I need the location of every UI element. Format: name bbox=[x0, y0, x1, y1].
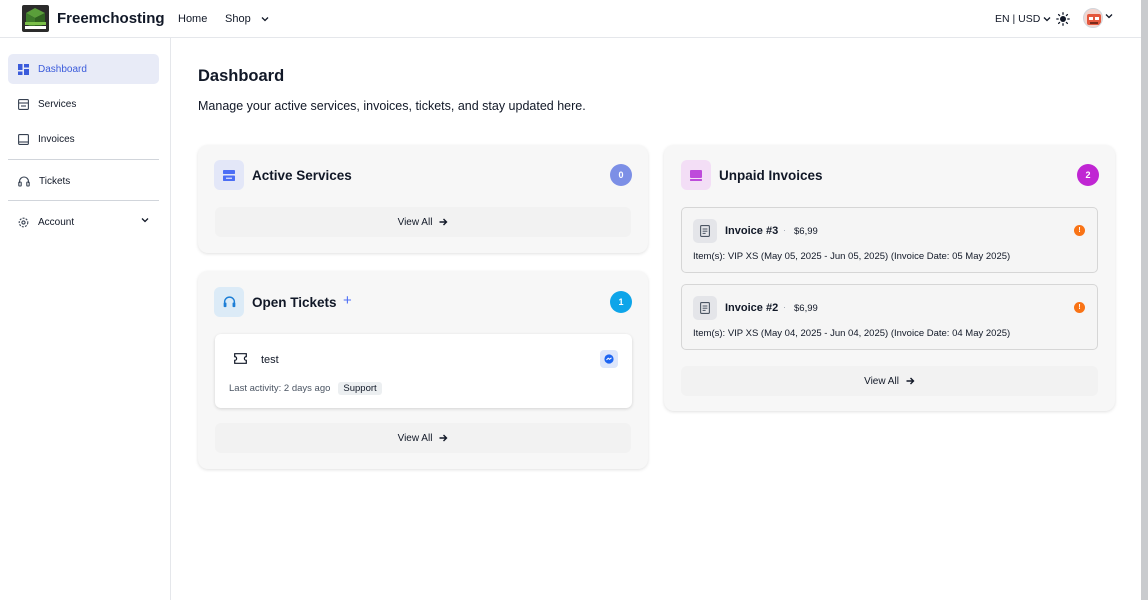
active-services-title: Active Services bbox=[252, 168, 352, 183]
scrollbar[interactable] bbox=[1141, 0, 1148, 600]
sidebar-item-services[interactable]: Services bbox=[8, 89, 159, 119]
ticket-title: test bbox=[261, 354, 279, 366]
headset-icon bbox=[223, 296, 235, 308]
document-icon bbox=[700, 302, 710, 314]
unpaid-warning-icon: ! bbox=[1074, 302, 1085, 313]
arrow-right-icon bbox=[439, 434, 448, 442]
ticket-last-activity: Last activity: 2 days ago bbox=[229, 383, 331, 394]
sidebar-divider bbox=[8, 200, 159, 201]
chevron-down-icon bbox=[141, 218, 149, 223]
ticket-department-tag: Support bbox=[338, 382, 382, 395]
locale-selector[interactable]: EN | USD bbox=[995, 13, 1051, 25]
invoice-price: $6,99 bbox=[794, 226, 818, 237]
invoice-separator: · bbox=[783, 302, 786, 312]
invoices-card-icon bbox=[681, 160, 711, 190]
sidebar-item-label: Services bbox=[38, 98, 77, 110]
page-subtitle: Manage your active services, invoices, t… bbox=[198, 99, 586, 113]
open-tickets-card: Open Tickets + 1 test Last activity: 2 d… bbox=[198, 271, 648, 469]
arrow-right-icon bbox=[906, 377, 915, 385]
ticket-chat-button[interactable] bbox=[600, 350, 618, 368]
top-bar: Freemchosting Home Shop EN | USD bbox=[0, 0, 1141, 38]
invoice-title: Invoice #2 bbox=[725, 302, 779, 314]
nav-home[interactable]: Home bbox=[178, 13, 207, 25]
open-tickets-view-all-button[interactable]: View All bbox=[215, 423, 631, 453]
view-all-label: View All bbox=[397, 432, 433, 444]
unpaid-invoices-title: Unpaid Invoices bbox=[719, 168, 823, 183]
invoice-title: Invoice #3 bbox=[725, 225, 779, 237]
unpaid-invoices-count-badge: 2 bbox=[1077, 164, 1099, 186]
nav-shop-label: Shop bbox=[225, 13, 251, 25]
theme-toggle-sun-icon[interactable] bbox=[1056, 12, 1070, 26]
services-icon bbox=[18, 98, 29, 110]
sidebar-item-label: Account bbox=[38, 216, 75, 228]
page-title: Dashboard bbox=[198, 67, 285, 85]
invoice-icon bbox=[690, 169, 702, 181]
active-services-count-badge: 0 bbox=[610, 164, 632, 186]
active-services-card: Active Services 0 View All bbox=[198, 145, 648, 253]
sidebar-item-tickets[interactable]: Tickets bbox=[8, 166, 159, 196]
chevron-down-icon bbox=[1043, 17, 1051, 22]
dashboard-icon bbox=[18, 63, 29, 75]
nav-shop[interactable]: Shop bbox=[225, 13, 269, 25]
messenger-icon bbox=[604, 354, 614, 364]
invoice-doc-icon bbox=[693, 296, 717, 320]
ticket-item[interactable]: test Last activity: 2 days ago Support bbox=[215, 334, 632, 408]
tickets-card-icon bbox=[214, 287, 244, 317]
brand-name[interactable]: Freemchosting bbox=[57, 10, 165, 27]
sidebar-item-account[interactable]: Account bbox=[8, 207, 159, 237]
document-icon bbox=[700, 225, 710, 237]
arrow-right-icon bbox=[439, 218, 448, 226]
invoice-items: Item(s): VIP XS (May 05, 2025 - Jun 05, … bbox=[693, 251, 1011, 262]
sidebar-divider bbox=[8, 159, 159, 160]
gear-icon bbox=[18, 217, 29, 227]
invoice-price: $6,99 bbox=[794, 303, 818, 314]
avatar-image-icon bbox=[1087, 14, 1101, 25]
open-tickets-count-badge: 1 bbox=[610, 291, 632, 313]
invoice-doc-icon bbox=[693, 219, 717, 243]
unpaid-warning-icon: ! bbox=[1074, 225, 1085, 236]
unpaid-invoices-card: Unpaid Invoices 2 Invoice #3 · $6,99 ! I… bbox=[664, 145, 1115, 411]
sidebar-item-label: Invoices bbox=[38, 133, 75, 145]
ticket-icon bbox=[234, 353, 247, 364]
invoice-separator: · bbox=[783, 225, 786, 235]
sidebar-item-label: Dashboard bbox=[38, 63, 87, 75]
user-avatar[interactable] bbox=[1083, 8, 1103, 28]
invoice-icon bbox=[18, 133, 29, 145]
view-all-label: View All bbox=[397, 216, 433, 228]
server-icon bbox=[223, 169, 235, 181]
chevron-down-icon bbox=[261, 17, 269, 22]
ticket-meta: Last activity: 2 days ago Support bbox=[229, 382, 382, 395]
chevron-down-icon[interactable] bbox=[1105, 13, 1113, 19]
sidebar: Dashboard Services Invoices Tickets Acco… bbox=[0, 38, 171, 600]
view-all-label: View All bbox=[864, 375, 899, 387]
active-services-view-all-button[interactable]: View All bbox=[215, 207, 631, 237]
sidebar-item-label: Tickets bbox=[39, 175, 71, 187]
unpaid-invoices-view-all-button[interactable]: View All bbox=[681, 366, 1098, 396]
brand-logo[interactable] bbox=[22, 5, 49, 32]
services-card-icon bbox=[214, 160, 244, 190]
sidebar-item-dashboard[interactable]: Dashboard bbox=[8, 54, 159, 84]
invoice-items: Item(s): VIP XS (May 04, 2025 - Jun 04, … bbox=[693, 328, 1011, 339]
headset-icon bbox=[18, 175, 30, 187]
add-ticket-button[interactable]: + bbox=[343, 292, 352, 309]
open-tickets-title: Open Tickets bbox=[252, 295, 337, 310]
locale-label: EN | USD bbox=[995, 13, 1041, 25]
invoice-item[interactable]: Invoice #2 · $6,99 ! Item(s): VIP XS (Ma… bbox=[681, 284, 1098, 350]
sidebar-item-invoices[interactable]: Invoices bbox=[8, 124, 159, 154]
invoice-item[interactable]: Invoice #3 · $6,99 ! Item(s): VIP XS (Ma… bbox=[681, 207, 1098, 273]
